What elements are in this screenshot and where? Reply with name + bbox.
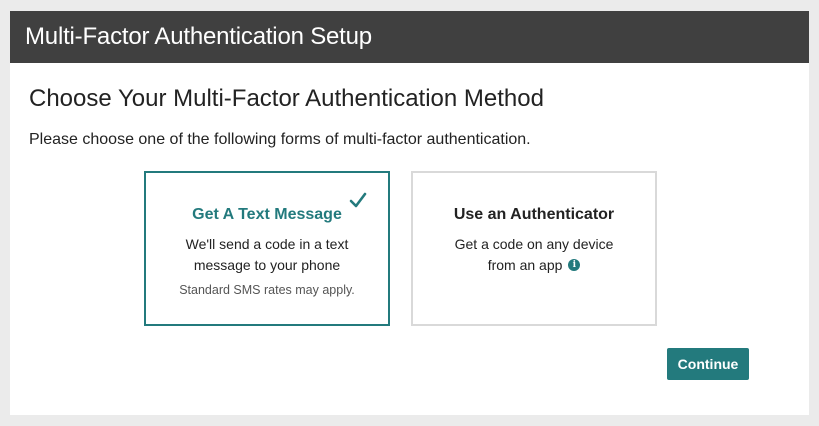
option-authenticator[interactable]: Use an Authenticator Get a code on any d… [411, 171, 657, 326]
continue-button[interactable]: Continue [667, 348, 749, 380]
instructions-text: Please choose one of the following forms… [29, 131, 531, 148]
dialog-content: Choose Your Multi-Factor Authentication … [10, 83, 809, 151]
option-text-message[interactable]: Get A Text Message We'll send a code in … [144, 171, 390, 326]
option-description: We'll send a code in a text message to y… [185, 236, 349, 273]
dialog-title: Multi-Factor Authentication Setup [25, 23, 372, 50]
sms-rates-note: Standard SMS rates may apply. [179, 283, 355, 297]
mfa-options: Get A Text Message We'll send a code in … [144, 171, 657, 326]
dialog-header: Multi-Factor Authentication Setup [10, 11, 809, 63]
mfa-setup-dialog: Multi-Factor Authentication Setup Choose… [10, 11, 809, 415]
page-heading: Choose Your Multi-Factor Authentication … [29, 85, 544, 112]
option-description-text: Get a code on any device from an app [454, 236, 614, 273]
checkmark-icon [349, 192, 367, 208]
option-title: Use an Authenticator [453, 206, 615, 223]
option-description: Get a code on any device from an app i [413, 234, 655, 276]
info-icon[interactable]: i [568, 259, 581, 271]
